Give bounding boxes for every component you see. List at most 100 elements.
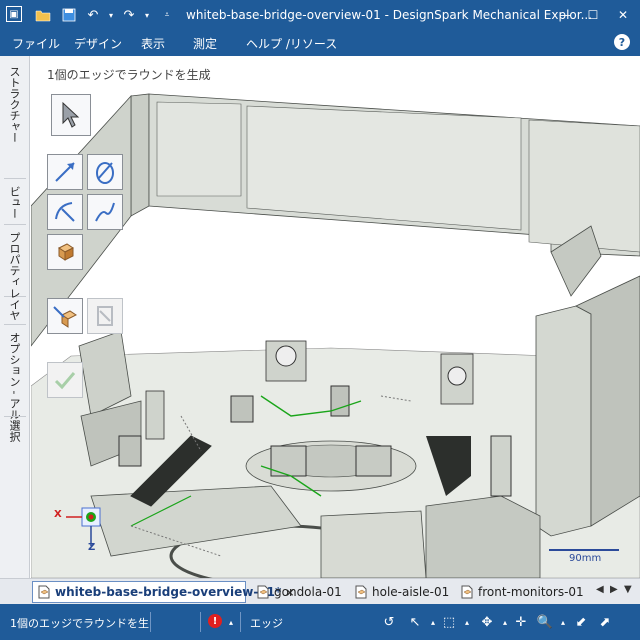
status-divider [200, 612, 201, 632]
tab-view[interactable]: ビュー [6, 186, 22, 219]
scale-label: 90mm [569, 553, 602, 564]
status-bar: 1個のエッジでラウンドを生 ! ▴ エッジ ↺ ↖ ▴ ⬚ ▴ ✥ ▴ ✛ 🔍 … [0, 604, 640, 640]
scale-bar [549, 549, 619, 551]
pan-icon[interactable]: ✛ [512, 613, 530, 631]
round-edge-tool[interactable] [47, 194, 83, 230]
menu-view[interactable]: 表示 [141, 35, 165, 52]
tab-options-panel[interactable]: オプション - アル [6, 332, 22, 420]
back-wall-window-2 [246, 105, 522, 231]
tabs-next-icon[interactable]: ▶ [610, 584, 618, 595]
side-panel-tabs: ストラクチャー ビュー プロパティ レイヤ オプション - アル 選択 [0, 56, 30, 578]
folder-icon[interactable] [34, 6, 52, 24]
app-window: ▣ ↶ ▾ ↷ ▾ ⩡ whiteb-base-bridge-overview-… [0, 0, 640, 640]
dropdown-icon[interactable]: ⩡ [158, 6, 176, 24]
complete-tool[interactable] [47, 298, 83, 334]
title-bar: ▣ ↶ ▾ ↷ ▾ ⩡ whiteb-base-bridge-overview-… [0, 0, 640, 30]
box-select-dropdown-icon[interactable]: ▴ [458, 613, 476, 631]
save-icon[interactable] [60, 6, 78, 24]
right-pillar [535, 305, 592, 537]
box-select-icon[interactable]: ⬚ [440, 613, 458, 631]
redo-dropdown-icon[interactable]: ▾ [138, 6, 156, 24]
tab-layers[interactable]: レイヤ [6, 288, 22, 321]
selection-mode[interactable]: エッジ [250, 615, 283, 631]
view-forward-icon[interactable]: ⬈ [596, 613, 614, 631]
error-dropdown-icon[interactable]: ▴ [222, 613, 240, 631]
view-home-icon[interactable]: ⬋ [572, 613, 590, 631]
pointer-icon[interactable]: ↖ [406, 613, 424, 631]
document-icon [460, 585, 474, 599]
axis-origin-core [88, 514, 94, 520]
axis-x-label: X [54, 509, 62, 520]
document-icon [256, 585, 270, 599]
menu-bar: ファイル デザイン 表示 測定 ヘルプ /リソース ? [0, 30, 640, 56]
round-edge-icon [55, 202, 75, 222]
status-divider [240, 612, 241, 632]
pointer-arrow-icon [62, 101, 80, 128]
doc-tab-label: hole-aisle-01 [372, 585, 450, 599]
doc-tab-gondola[interactable]: gondola-01 [252, 581, 342, 603]
side-tab-divider [4, 224, 26, 225]
zoom-dropdown-icon[interactable]: ▴ [554, 613, 572, 631]
doc-tab-label: whiteb-base-bridge-overview-01* [55, 585, 282, 599]
axis-z-label: Z [88, 542, 96, 553]
document-tabs: whiteb-base-bridge-overview-01* × gondol… [0, 578, 640, 604]
doc-tab-front-monitors[interactable]: front-monitors-01 [456, 581, 584, 603]
solid-select-tool[interactable] [47, 234, 83, 270]
cube-icon[interactable]: ▣ [6, 6, 22, 22]
viewport-hint: 1個のエッジでラウンドを生成 [47, 68, 211, 82]
doc-tab-label: gondola-01 [274, 585, 342, 599]
tab-properties[interactable]: プロパティ [6, 232, 22, 287]
tangent-chain-icon [95, 202, 115, 222]
doc-tab-active[interactable]: whiteb-base-bridge-overview-01* × [32, 581, 295, 603]
full-round-icon [97, 306, 113, 326]
checkmark-icon [54, 372, 76, 390]
lower-center-block [320, 510, 427, 578]
maximize-button[interactable]: ☐ [580, 4, 606, 26]
status-divider [150, 612, 151, 632]
confirm-tool [47, 362, 83, 398]
solid-box-icon [58, 243, 74, 261]
loop-icon [96, 162, 114, 184]
error-icon[interactable]: ! [208, 614, 222, 628]
full-round-tool [87, 298, 123, 334]
select-with-undo-icon[interactable]: ↺ [380, 613, 398, 631]
document-icon [354, 585, 368, 599]
loop-select-tool[interactable] [87, 154, 123, 190]
menu-help-resources[interactable]: ヘルプ /リソース [246, 35, 337, 52]
console-right-center [355, 445, 392, 477]
tabs-prev-icon[interactable]: ◀ [596, 584, 604, 595]
seat-far-right [490, 435, 512, 497]
menu-measure[interactable]: 測定 [193, 35, 217, 52]
3d-viewport[interactable]: 1個のエッジでラウンドを生成 X Z 90mm [31, 56, 640, 578]
side-tab-divider [4, 178, 26, 179]
tab-selection[interactable]: 選択 [6, 420, 22, 442]
seat-right-center [330, 385, 350, 417]
side-tab-divider [4, 324, 26, 325]
menu-design[interactable]: デザイン [74, 35, 122, 52]
lower-right-block [425, 495, 541, 578]
side-tab-divider [4, 416, 26, 417]
seat-far-left [118, 435, 142, 467]
undo-dropdown-icon[interactable]: ▾ [102, 6, 120, 24]
seat-left-center [230, 395, 254, 423]
undo-icon[interactable]: ↶ [84, 6, 102, 24]
complete-tool-icon [53, 306, 77, 328]
doc-tab-label: front-monitors-01 [478, 585, 584, 599]
edge-select-tool[interactable] [47, 154, 83, 190]
status-message: 1個のエッジでラウンドを生 [10, 617, 149, 630]
redo-icon[interactable]: ↷ [120, 6, 138, 24]
help-icon[interactable]: ? [614, 34, 630, 50]
close-button[interactable]: ✕ [610, 4, 636, 26]
menu-file[interactable]: ファイル [12, 35, 60, 52]
orbit-icon[interactable]: ✥ [478, 613, 496, 631]
select-tool[interactable] [51, 94, 91, 136]
document-icon [37, 585, 51, 599]
doc-tab-hole-aisle[interactable]: hole-aisle-01 [350, 581, 449, 603]
zoom-icon[interactable]: 🔍 [536, 613, 554, 631]
tangent-chain-tool[interactable] [87, 194, 123, 230]
tab-structure[interactable]: ストラクチャー [6, 66, 22, 143]
minimize-button[interactable]: — [552, 4, 578, 26]
tabs-menu-icon[interactable]: ▼ [624, 584, 632, 595]
back-wall-window-1 [156, 101, 242, 197]
seat-center-gauge [275, 345, 297, 367]
